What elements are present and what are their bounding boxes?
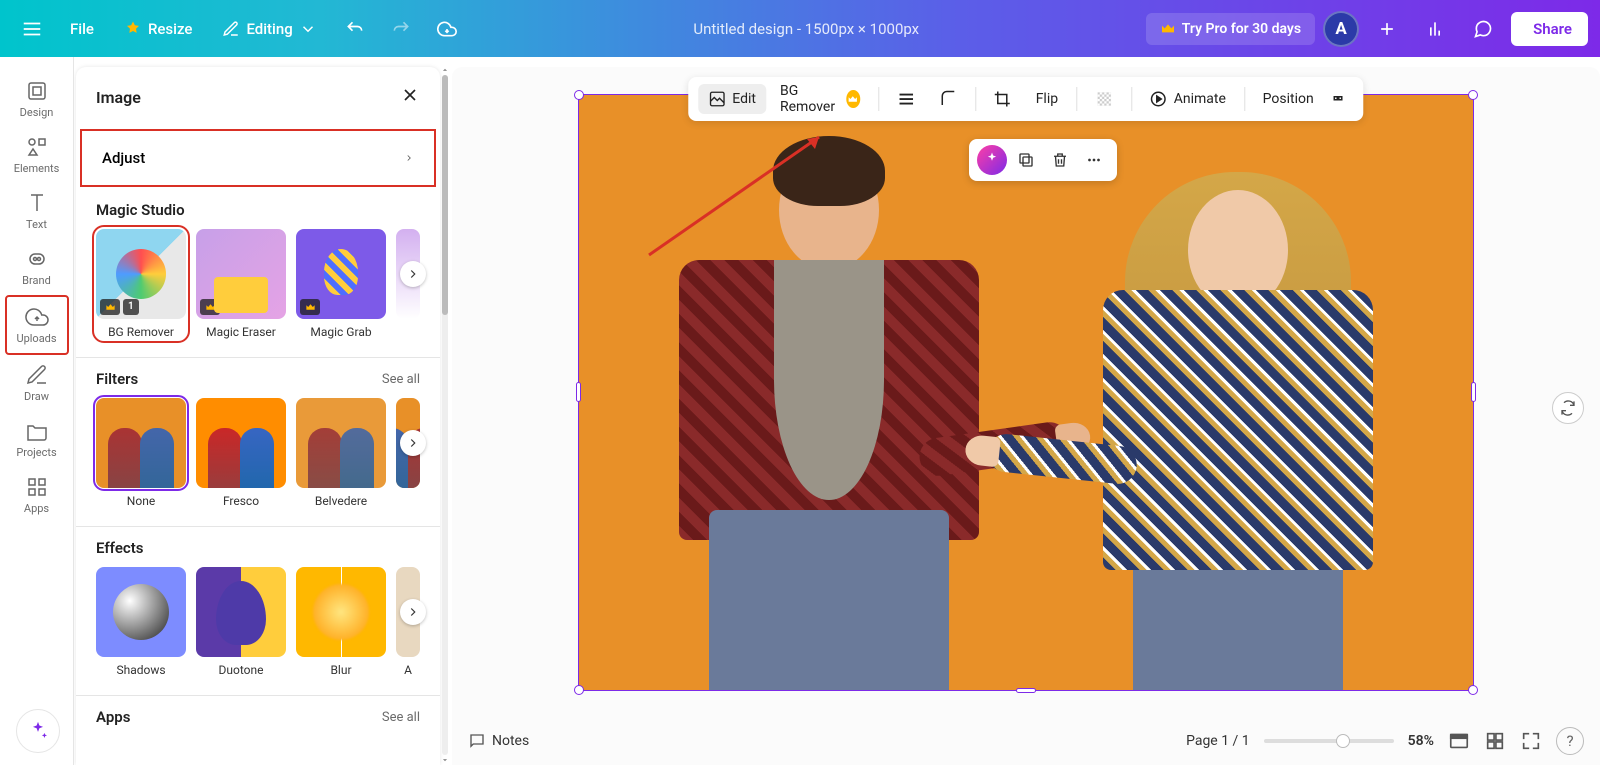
ctx-edit-button[interactable]: Edit — [698, 84, 766, 114]
fullscreen-icon[interactable] — [1520, 730, 1542, 752]
filter-none[interactable]: None — [96, 398, 186, 508]
nav-uploads[interactable]: Uploads — [5, 295, 69, 355]
filter-fresco[interactable]: Fresco — [196, 398, 286, 508]
view-grid-icon[interactable] — [1484, 730, 1506, 752]
cloud-sync-icon[interactable] — [427, 9, 467, 49]
nav-elements[interactable]: Elements — [5, 127, 69, 183]
help-button[interactable]: ? — [1556, 727, 1584, 755]
chevron-right-icon — [404, 149, 414, 167]
user-avatar[interactable]: A — [1323, 11, 1359, 47]
try-pro-button[interactable]: Try Pro for 30 days — [1146, 13, 1315, 45]
magic-studio-title: Magic Studio — [96, 201, 185, 219]
effect-duotone[interactable]: Duotone — [196, 567, 286, 677]
element-float-toolbar — [969, 139, 1117, 181]
magic-button[interactable] — [977, 145, 1007, 175]
panel-scrollbar[interactable] — [440, 57, 450, 765]
panel-title: Image — [96, 88, 141, 107]
insights-icon[interactable] — [1415, 9, 1455, 49]
crown-icon — [846, 90, 860, 108]
nav-draw[interactable]: Draw — [5, 355, 69, 411]
document-title[interactable]: Untitled design - 1500px × 1000px — [467, 20, 1146, 38]
ctx-animate-button[interactable]: Animate — [1140, 84, 1236, 114]
scroll-right-button[interactable] — [400, 430, 426, 456]
notes-button[interactable]: Notes — [468, 732, 529, 750]
nav-apps[interactable]: Apps — [5, 467, 69, 523]
tool-magic-grab[interactable]: Magic Grab — [296, 229, 386, 339]
ctx-position-button[interactable]: Position — [1253, 85, 1324, 113]
crown-icon — [100, 299, 120, 315]
canvas[interactable] — [578, 94, 1474, 691]
image-person-man — [649, 130, 1009, 690]
selection-handle[interactable] — [1471, 382, 1476, 402]
selection-handle[interactable] — [574, 685, 584, 695]
image-person-woman — [1073, 160, 1403, 690]
nav-brand[interactable]: Brand — [5, 239, 69, 295]
close-panel-button[interactable] — [400, 85, 420, 109]
ctx-more-icon[interactable] — [1328, 84, 1354, 114]
delete-button[interactable] — [1045, 145, 1075, 175]
menu-hamburger[interactable] — [12, 9, 52, 49]
magic-fab[interactable] — [16, 709, 60, 753]
resize-menu[interactable]: Resize — [112, 12, 204, 46]
selection-handle[interactable] — [1468, 685, 1478, 695]
apps-see-all[interactable]: See all — [382, 710, 420, 725]
selection-handle[interactable] — [1468, 90, 1478, 100]
selection-handle[interactable] — [1016, 688, 1036, 693]
adjust-label: Adjust — [102, 149, 145, 167]
scroll-right-button[interactable] — [400, 599, 426, 625]
duplicate-button[interactable] — [1011, 145, 1041, 175]
adjust-row[interactable]: Adjust — [80, 129, 436, 187]
sync-button[interactable] — [1552, 392, 1584, 424]
editing-menu[interactable]: Editing — [210, 12, 328, 46]
ctx-flip-button[interactable]: Flip — [1026, 85, 1068, 113]
view-single-icon[interactable] — [1448, 730, 1470, 752]
ctx-corner-icon[interactable] — [929, 84, 967, 114]
ctx-bg-remover-button[interactable]: BG Remover — [770, 77, 870, 121]
bg-remover-count: 1 — [123, 299, 139, 315]
ctx-crop-button[interactable] — [984, 84, 1022, 114]
nav-design[interactable]: Design — [5, 71, 69, 127]
nav-projects[interactable]: Projects — [5, 411, 69, 467]
image-panel: Image Adjust Magic Studio — [76, 67, 440, 765]
apps-title: Apps — [96, 708, 130, 726]
effects-title: Effects — [96, 539, 143, 557]
tool-bg-remover[interactable]: 1 BG Remover — [96, 229, 186, 339]
plus-button[interactable] — [1367, 9, 1407, 49]
filter-belvedere[interactable]: Belvedere — [296, 398, 386, 508]
ctx-transparency-button[interactable] — [1085, 84, 1123, 114]
redo-button[interactable] — [381, 9, 421, 49]
ctx-lines-icon[interactable] — [887, 84, 925, 114]
share-button[interactable]: Share — [1511, 12, 1588, 46]
scroll-right-button[interactable] — [400, 261, 426, 287]
tool-magic-eraser[interactable]: Magic Eraser — [196, 229, 286, 339]
undo-button[interactable] — [335, 9, 375, 49]
context-toolbar: Edit BG Remover Flip Animate Position — [688, 77, 1363, 121]
nav-rail: Design Elements Text Brand Uploads Draw … — [0, 57, 74, 765]
file-menu[interactable]: File — [58, 12, 106, 46]
zoom-slider[interactable] — [1264, 739, 1394, 743]
nav-text[interactable]: Text — [5, 183, 69, 239]
page-indicator[interactable]: Page 1 / 1 — [1186, 733, 1250, 749]
filters-see-all[interactable]: See all — [382, 372, 420, 387]
effect-shadows[interactable]: Shadows — [96, 567, 186, 677]
filters-title: Filters — [96, 370, 138, 388]
effect-blur[interactable]: Blur — [296, 567, 386, 677]
comment-icon[interactable] — [1463, 9, 1503, 49]
crown-icon — [200, 299, 220, 315]
canvas-area: Edit BG Remover Flip Animate Position — [452, 67, 1600, 765]
zoom-value[interactable]: 58% — [1408, 733, 1434, 749]
selection-handle[interactable] — [576, 382, 581, 402]
app-header: File Resize Editing Untitled design - 15… — [0, 0, 1600, 57]
bottom-bar: Notes Page 1 / 1 58% ? — [452, 717, 1600, 765]
selection-handle[interactable] — [574, 90, 584, 100]
crown-icon — [300, 299, 320, 315]
more-button[interactable] — [1079, 145, 1109, 175]
